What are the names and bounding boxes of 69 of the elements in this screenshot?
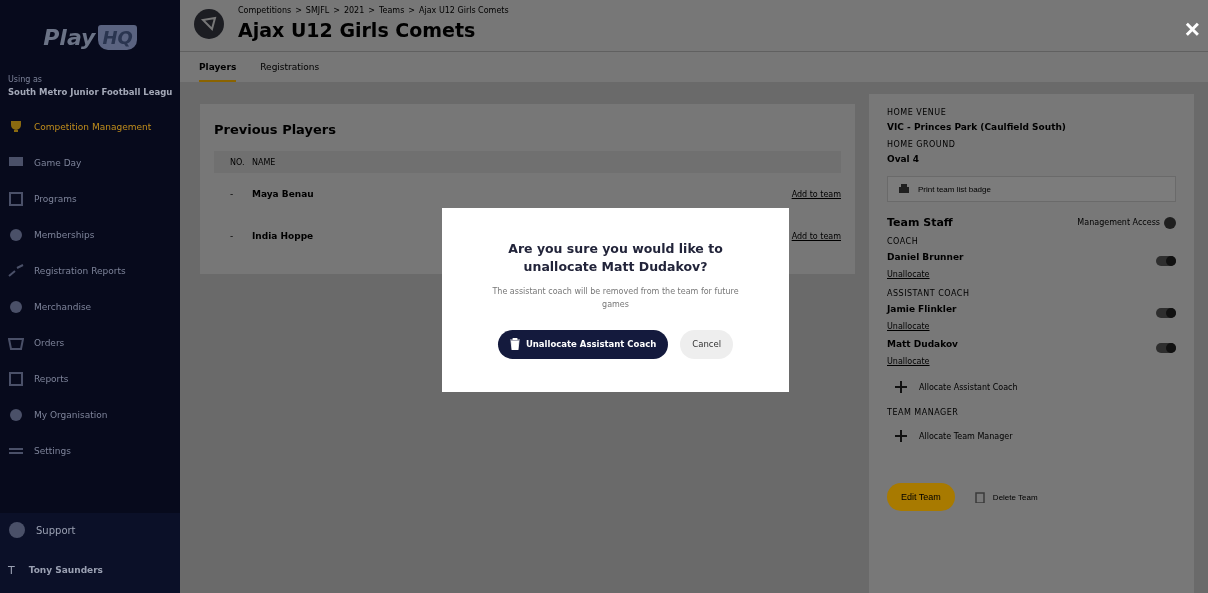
printer-icon: [898, 183, 910, 195]
sidebar-item[interactable]: Registration Reports: [0, 253, 180, 289]
breadcrumb-link[interactable]: Competitions: [238, 6, 292, 15]
group-label: COACH: [887, 237, 920, 246]
dialog-title: Are you sure you would like to unallocate Matt Dudakov?: [507, 240, 724, 277]
close-button[interactable]: ×: [1184, 16, 1200, 42]
breadcrumb-separator: >: [408, 6, 415, 15]
table-cell-text: -: [229, 231, 235, 241]
user-name[interactable]: Tony Saunders: [28, 565, 103, 575]
breadcrumb-link[interactable]: Teams: [379, 6, 405, 15]
org-selector[interactable]: South Metro Junior Football Leagu: [0, 84, 180, 109]
sidebar-item[interactable]: Competition Management: [0, 109, 180, 145]
section-title: Previous Players: [214, 122, 337, 137]
sidebar-item[interactable]: Game Day: [0, 145, 180, 181]
breadcrumb-separator: >: [295, 6, 302, 15]
group-label: ASSISTANT COACH: [887, 289, 971, 298]
table-cell-text: India Hoppe: [252, 231, 315, 241]
field-label: HOME VENUE: [887, 108, 948, 117]
plus-icon: [895, 381, 907, 393]
group-label: TEAM MANAGER: [887, 408, 960, 417]
sidebar-item[interactable]: Memberships: [0, 217, 180, 253]
tab[interactable]: Registrations: [260, 62, 320, 80]
delete-team-button[interactable]: Delete Team: [968, 490, 1044, 504]
table-cell-text: Maya Benau: [252, 189, 315, 199]
page-title: Ajax U12 Girls Comets: [238, 19, 477, 41]
field-value: VIC - Princes Park (Caulfield South): [887, 122, 1067, 132]
sidebar-item[interactable]: Reports: [0, 361, 180, 397]
section-title: Team Staff: [887, 216, 953, 229]
breadcrumb-link[interactable]: SMJFL: [305, 6, 330, 15]
add-to-team-link[interactable]: Add to team: [791, 231, 841, 241]
unallocate-link[interactable]: Unallocate: [887, 357, 930, 366]
sidebar-item[interactable]: Orders: [0, 325, 180, 361]
column-header: NO.: [229, 157, 246, 167]
field-value: Oval 4: [887, 154, 921, 164]
org-label: Using as: [7, 75, 43, 84]
support-link[interactable]: Support: [0, 513, 180, 547]
tab[interactable]: Players: [199, 62, 237, 82]
dialog-message: The assistant coach will be removed from the team for future games: [491, 286, 740, 312]
team-logo-icon: [194, 8, 224, 39]
sidebar-item[interactable]: My Organisation: [0, 397, 180, 433]
edit-team-button[interactable]: Edit Team: [887, 483, 955, 511]
unallocate-link[interactable]: Unallocate: [887, 322, 930, 331]
management-access-label: Management Access: [1077, 218, 1160, 227]
staff-name: Daniel Brunner: [887, 252, 964, 262]
column-header: NAME: [252, 157, 277, 167]
cancel-button[interactable]: Cancel: [680, 329, 734, 359]
allocate-button[interactable]: Allocate Assistant Coach: [887, 374, 1176, 400]
toggle-switch[interactable]: [1156, 256, 1176, 266]
add-to-team-link[interactable]: Add to team: [791, 189, 841, 199]
sidebar-item[interactable]: Programs: [0, 181, 180, 217]
unallocate-button[interactable]: Unallocate Assistant Coach: [497, 329, 669, 359]
sidebar-item[interactable]: Settings: [0, 433, 180, 469]
logo-text: Play: [43, 25, 96, 50]
breadcrumb-link[interactable]: 2021: [343, 6, 365, 15]
print-button[interactable]: Print team list badge: [887, 176, 1176, 202]
toggle-switch[interactable]: [1156, 308, 1176, 318]
staff-name: Matt Dudakov: [887, 339, 958, 349]
breadcrumb-separator: >: [333, 6, 340, 15]
breadcrumb-separator: >: [368, 6, 375, 15]
unallocate-link[interactable]: Unallocate: [887, 270, 930, 279]
sidebar-item[interactable]: Merchandise: [0, 289, 180, 325]
toggle-switch[interactable]: [1156, 343, 1176, 353]
plus-icon: [895, 430, 907, 442]
user-initial: T: [8, 563, 15, 577]
staff-name: Jamie Flinkler: [887, 304, 957, 314]
breadcrumb-link[interactable]: Ajax U12 Girls Comets: [419, 6, 509, 15]
field-label: HOME GROUND: [887, 140, 957, 149]
table-cell-text: -: [229, 189, 235, 199]
allocate-button[interactable]: Allocate Team Manager: [887, 423, 1176, 449]
